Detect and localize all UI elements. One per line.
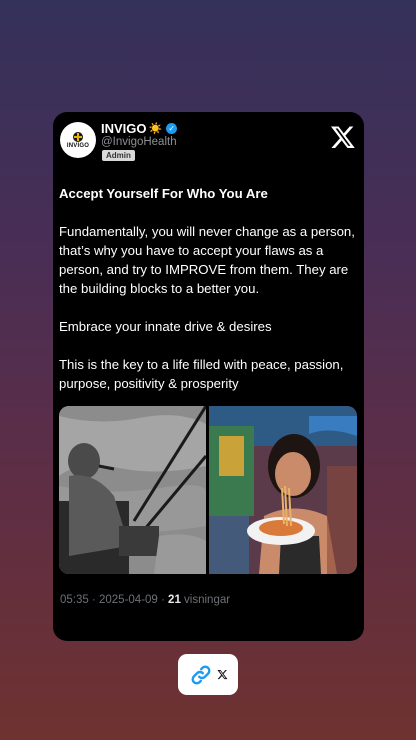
photo-man-fishing-bw[interactable] xyxy=(59,406,206,574)
x-logo-icon[interactable] xyxy=(330,124,356,150)
author-handle[interactable]: @InvigoHealth xyxy=(101,136,177,148)
admin-badge: Admin xyxy=(102,150,135,161)
post-body: Accept Yourself For Who You Are Fundamen… xyxy=(59,184,359,412)
post-title: Accept Yourself For Who You Are xyxy=(59,186,268,201)
sun-emoji-icon: ☀️ xyxy=(148,123,163,135)
photo-woman-eating-spaghetti[interactable] xyxy=(209,406,357,574)
link-icon xyxy=(191,665,210,684)
media-grid xyxy=(59,406,357,574)
post-time-date: 05:35 · 2025-04-09 · xyxy=(60,594,169,606)
verified-badge-icon: ✓ xyxy=(166,123,178,134)
post-card[interactable]: INVIGO INVIGO ☀️ ✓ @InvigoHealth Admin A… xyxy=(53,112,364,641)
avatar[interactable]: INVIGO xyxy=(60,122,96,158)
x-logo-icon xyxy=(216,670,227,680)
display-name[interactable]: INVIGO xyxy=(101,121,147,136)
post-paragraph: Embrace your innate drive & desires xyxy=(59,319,272,334)
photo-man-fishing-illustration xyxy=(59,406,206,574)
post-paragraph: This is the key to a life filled with pe… xyxy=(59,357,344,391)
avatar-logo-icon xyxy=(73,131,83,142)
avatar-label: INVIGO xyxy=(66,142,90,149)
post-paragraph: Fundamentally, you will never change as … xyxy=(59,224,355,296)
share-to-x-button[interactable] xyxy=(178,654,238,695)
author-name-row[interactable]: INVIGO ☀️ ✓ xyxy=(101,121,178,136)
views-count: 21 xyxy=(168,594,181,606)
photo-woman-spaghetti-illustration xyxy=(209,406,357,574)
views-label: visningar xyxy=(180,594,231,606)
post-timestamp[interactable]: 05:35 · 2025-04-09 · 21 visningar xyxy=(60,594,230,606)
